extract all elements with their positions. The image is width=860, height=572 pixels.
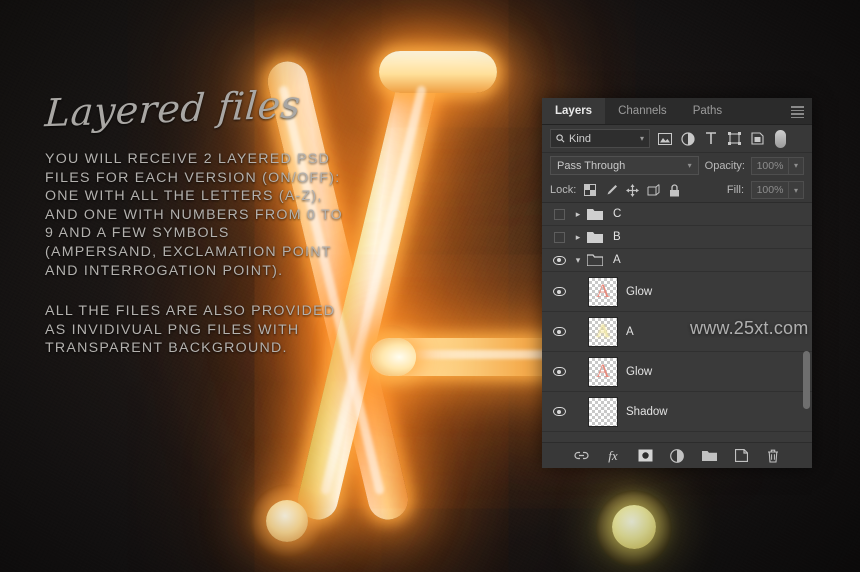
photoshop-layers-panel: Layers Channels Paths Kind ▾ Pass Throug… — [542, 98, 812, 468]
fill-control[interactable]: 100% ▾ — [751, 181, 804, 199]
eye-icon — [552, 327, 566, 336]
pixel-layer-filter-icon[interactable] — [657, 131, 673, 147]
tab-channels[interactable]: Channels — [605, 98, 680, 124]
delete-layer-icon[interactable] — [765, 448, 781, 464]
tab-layers[interactable]: Layers — [542, 98, 606, 124]
opacity-value[interactable]: 100% — [751, 156, 789, 175]
promo-paragraph-1: YOU WILL RECEIVE 2 LAYERED PSD FILES FOR… — [45, 151, 343, 279]
eye-icon — [552, 287, 566, 296]
eye-icon — [552, 367, 566, 376]
chevron-right-icon[interactable]: ▸ — [571, 232, 585, 243]
hamburger-menu-icon[interactable] — [791, 106, 804, 119]
layer-name: Glow — [626, 285, 653, 298]
fill-value[interactable]: 100% — [751, 181, 789, 199]
table-row[interactable]: ▸ C — [542, 203, 812, 226]
add-layer-mask-icon[interactable] — [637, 448, 653, 464]
new-layer-icon[interactable] — [733, 448, 749, 464]
lock-row: Lock: Fill: 100% ▾ — [542, 178, 812, 203]
layer-name: A — [626, 325, 634, 338]
layer-list: ▸ C ▸ B ▾ A A Glow A A A Glow A Shadow — [542, 203, 812, 442]
filter-toggle-switch[interactable] — [775, 129, 786, 148]
type-layer-filter-icon[interactable] — [703, 131, 719, 147]
layer-visibility-toggle[interactable] — [547, 367, 571, 376]
link-layers-icon[interactable] — [573, 448, 589, 464]
adjustment-layer-filter-icon[interactable] — [680, 131, 696, 147]
blend-mode-value: Pass Through — [557, 159, 626, 172]
panel-tab-bar: Layers Channels Paths — [542, 98, 812, 125]
folder-icon — [585, 231, 605, 243]
promo-headline: Layered files — [43, 82, 303, 136]
opacity-control[interactable]: 100% ▾ — [751, 156, 804, 175]
lock-position-icon[interactable] — [625, 183, 639, 197]
layer-visibility-toggle[interactable] — [547, 407, 571, 416]
lock-label: Lock: — [550, 184, 577, 196]
chevron-right-icon[interactable]: ▸ — [571, 209, 585, 220]
search-icon — [556, 134, 565, 143]
layer-name: A — [613, 254, 621, 266]
chevron-down-icon[interactable]: ▾ — [571, 255, 585, 266]
layer-thumbnail: A — [588, 316, 618, 347]
layer-visibility-toggle[interactable] — [547, 287, 571, 296]
fill-label: Fill: — [726, 184, 744, 196]
fill-chevron-down-icon[interactable]: ▾ — [789, 181, 804, 199]
chevron-down-icon: ▾ — [639, 134, 644, 143]
panel-footer-toolbar: fx — [542, 442, 812, 468]
layer-visibility-toggle[interactable] — [547, 231, 571, 243]
table-row[interactable]: ▾ A — [542, 249, 812, 272]
table-row[interactable]: A A — [542, 312, 812, 352]
shape-layer-filter-icon[interactable] — [726, 131, 742, 147]
chevron-down-icon: ▾ — [687, 161, 692, 170]
eye-icon — [552, 407, 566, 416]
layer-visibility-toggle[interactable] — [547, 208, 571, 220]
folder-icon — [585, 208, 605, 220]
table-row[interactable]: A Glow — [542, 352, 812, 392]
lock-image-pixels-icon[interactable] — [604, 183, 618, 197]
promo-copy-block: Layered files YOU WILL RECEIVE 2 LAYERED… — [44, 82, 345, 358]
new-group-icon[interactable] — [701, 448, 717, 464]
neon-tube-apex — [379, 51, 497, 93]
opacity-chevron-down-icon[interactable]: ▾ — [789, 156, 804, 175]
lock-artboard-nesting-icon[interactable] — [646, 183, 660, 197]
layer-name: Shadow — [626, 405, 668, 418]
tab-paths[interactable]: Paths — [680, 98, 735, 124]
folder-open-icon — [585, 254, 605, 266]
neon-end-cap-bottom-right — [612, 505, 656, 549]
layer-visibility-toggle[interactable] — [547, 255, 571, 265]
layer-thumbnail: A — [588, 396, 618, 427]
lock-transparent-pixels-icon[interactable] — [583, 183, 597, 197]
eye-icon — [552, 255, 566, 265]
lock-all-icon[interactable] — [667, 183, 681, 197]
neon-end-cap-crossbar — [372, 338, 416, 376]
table-row[interactable]: A Shadow — [542, 392, 812, 432]
layer-name: Glow — [626, 365, 653, 378]
blend-mode-select[interactable]: Pass Through ▾ — [550, 156, 699, 175]
layer-name: B — [613, 231, 621, 243]
new-adjustment-layer-icon[interactable] — [669, 448, 685, 464]
layer-thumbnail: A — [588, 276, 618, 307]
promo-paragraph-2: ALL THE FILES ARE ALSO PROVIDED AS INVID… — [45, 303, 336, 357]
screenshot-canvas: Layered files YOU WILL RECEIVE 2 LAYERED… — [0, 0, 860, 572]
layer-visibility-toggle[interactable] — [547, 327, 571, 336]
neon-end-cap-bottom-left — [266, 500, 308, 542]
layer-filter-bar: Kind ▾ — [542, 125, 812, 153]
table-row[interactable]: ▸ B — [542, 226, 812, 249]
layer-list-scrollbar[interactable] — [803, 351, 810, 409]
opacity-label: Opacity: — [704, 159, 745, 172]
table-row[interactable]: A Glow — [542, 272, 812, 312]
layer-thumbnail: A — [588, 356, 618, 387]
filter-kind-select[interactable]: Kind ▾ — [550, 129, 650, 148]
smart-object-filter-icon[interactable] — [749, 131, 765, 147]
blend-mode-row: Pass Through ▾ Opacity: 100% ▾ — [542, 153, 812, 178]
layer-name: C — [613, 208, 622, 220]
filter-kind-label: Kind — [569, 132, 592, 145]
layer-style-fx-icon[interactable]: fx — [605, 448, 621, 464]
